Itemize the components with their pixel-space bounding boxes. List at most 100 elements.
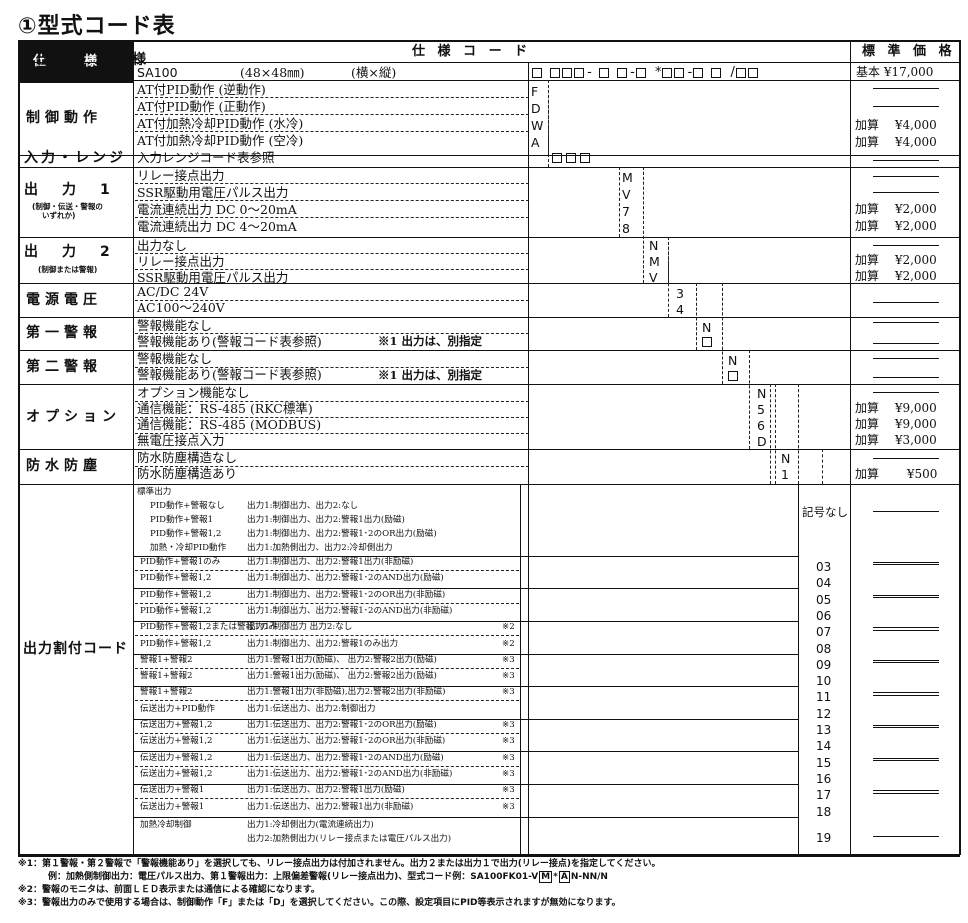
code-separator	[594, 65, 598, 80]
price-dash	[873, 790, 939, 792]
assign-standard-mode: PID動作+警報なし	[150, 501, 225, 511]
footnote-1: ※1：第１警報・第２警報で「警報機能あり」を選択しても、リレー接点出力は付加され…	[18, 859, 661, 869]
col-line	[959, 40, 961, 855]
output1-item: 電流連続出力 DC 0〜20mA	[137, 202, 297, 217]
code-separator	[612, 65, 616, 80]
output2-code: V	[649, 270, 658, 285]
assign-code: 14	[816, 739, 832, 754]
alarm1-item: 警報機能あり(警報コード表参照)	[137, 334, 322, 349]
price-dash	[873, 192, 939, 193]
power-item: AC/DC 24V	[137, 284, 209, 299]
assign-code: 07	[816, 625, 832, 640]
dashed-row	[135, 700, 519, 702]
assign-code: 10	[816, 674, 832, 689]
code-box	[674, 67, 685, 78]
model-orientation: (横×縦)	[351, 65, 397, 80]
assign-output: 出力1:伝送出力、出力2:警報1出力(非励磁)	[247, 801, 414, 812]
assign-last-code: 19	[816, 831, 832, 845]
footnote-tail: N-NN/N	[570, 872, 608, 882]
control-item: AT付PID動作 (正動作)	[137, 99, 266, 114]
option-price: 加算 ¥9,000	[855, 401, 937, 415]
input-code-box	[566, 153, 576, 163]
assign-mode: PID動作+警報1,2	[140, 573, 212, 584]
assign-code: 04	[816, 576, 832, 591]
assign-output: 出力1:制御出力、出力2:警報1のみ出力	[247, 638, 399, 649]
assign-standard-output: 出力1:制御出力、出力2:なし	[247, 501, 359, 511]
dashed-row	[135, 765, 519, 767]
control-code: W	[531, 118, 544, 133]
assign-output: 出力1:制御出力、出力2:警報1･2のOR出力(非励磁)	[247, 589, 446, 600]
output1-item: 電流連続出力 DC 4〜20mA	[137, 219, 297, 234]
assign-code: 17	[816, 788, 832, 803]
output1-code: M	[622, 170, 633, 185]
output2-item: リレー接点出力	[137, 254, 225, 269]
category-output1-sub: (制御・伝送・警報の	[32, 202, 103, 211]
assign-note: ※3	[502, 752, 515, 763]
assign-note: ※3	[502, 736, 515, 747]
code-box	[532, 67, 542, 78]
code-box	[562, 67, 573, 78]
assign-output: 出力1:伝送出力、出力2:警報1･2のOR出力(非励磁)	[247, 736, 446, 747]
option-code: N	[757, 386, 767, 401]
footnote-2: ※2：警報のモニタは、前面ＬＥＤ表示または通信による確認になります。	[18, 885, 320, 895]
option-code: 5	[757, 402, 765, 417]
dashed-col	[619, 167, 620, 237]
assign-standard-output: 出力1:制御出力、出力2:警報1出力(励磁)	[247, 515, 405, 525]
assign-last-mode: 加熱冷却制御	[140, 820, 192, 830]
price-header: 標 準 価 格	[862, 44, 956, 59]
assign-mode: 伝送出力+警報1	[140, 785, 205, 796]
assign-note: ※2	[502, 622, 515, 633]
assign-note: ※3	[502, 687, 515, 698]
output1-price: 加算 ¥2,000	[855, 219, 937, 233]
price-dash	[873, 659, 939, 661]
control-code: D	[531, 101, 541, 116]
price-dash	[873, 562, 939, 563]
price-dash	[873, 627, 939, 629]
water-code: N	[781, 451, 791, 466]
assign-code: 15	[816, 755, 832, 770]
price-dash	[873, 694, 939, 696]
price-dash	[873, 176, 939, 177]
group-line	[133, 751, 798, 753]
output2-code: N	[649, 238, 659, 253]
control-code: F	[531, 84, 539, 99]
output1-item: SSR駆動用電圧パルス出力	[137, 185, 289, 200]
group-line	[133, 653, 798, 655]
dashed-col	[643, 167, 644, 283]
assign-mode: PID動作+警報1,2	[140, 605, 212, 616]
code-box	[635, 67, 646, 78]
code-separator: -	[630, 65, 635, 80]
model-name: SA100	[137, 65, 178, 80]
output1-code: V	[622, 187, 631, 202]
col-line	[18, 40, 20, 855]
assign-code: 18	[816, 804, 832, 819]
assign-output: 出力1:警報1出力(励磁)、 出力2:警報2出力(励磁)	[247, 671, 437, 682]
price-dash	[873, 692, 939, 694]
option-item: 無電圧接点入力	[137, 433, 225, 448]
group-line	[133, 588, 798, 590]
alarm2-code: N	[728, 353, 738, 368]
price-dash	[873, 160, 939, 161]
assign-code: 13	[816, 723, 832, 737]
category-output1-sub: いずれか)	[42, 211, 76, 220]
code-box	[735, 67, 746, 78]
output2-code: M	[649, 254, 660, 269]
assign-output: 出力1:制御出力、出力2:警報1･2のAND出力(励磁)	[247, 573, 444, 584]
assign-note: ※2	[502, 638, 515, 649]
input-code-box	[552, 153, 562, 163]
dashed-col	[548, 80, 549, 167]
control-code: A	[531, 135, 540, 150]
code-separator	[649, 65, 653, 80]
dashed-col	[770, 384, 771, 484]
col-line	[850, 40, 851, 855]
assign-mode: 伝送出力+警報1,2	[140, 768, 213, 779]
model-size: (48×48㎜)	[240, 65, 305, 80]
code-separator	[545, 65, 549, 80]
dashed-col	[798, 384, 799, 484]
assign-output: 出力1:伝送出力、出力2:警報1･2のOR出力(励磁)	[247, 720, 437, 730]
assign-mode: 伝送出力+PID動作	[140, 703, 215, 714]
assign-last-output2: 出力2:加熱側出力(リレー接点または電圧パルス出力)	[247, 834, 452, 844]
row-line	[18, 80, 960, 81]
footnote-example: 例：加熱側制御出力：電圧パルス出力、第１警報出力：上限偏差警報(リレー接点出力)…	[48, 871, 608, 883]
assign-output: 出力1:伝送出力、出力2:制御出力	[247, 703, 376, 714]
